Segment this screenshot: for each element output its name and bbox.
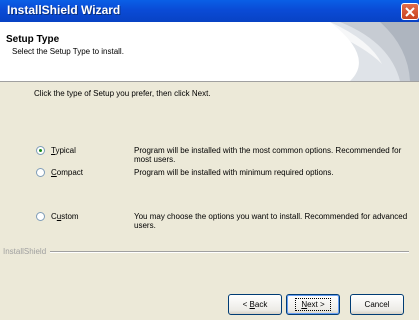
back-button[interactable]: < Back [228, 294, 282, 315]
next-button[interactable]: Next > [286, 294, 340, 315]
option-typical-label[interactable]: Typical [51, 146, 76, 155]
close-icon [405, 7, 415, 17]
installer-graphic [330, 22, 419, 81]
option-custom-description: You may choose the options you want to i… [134, 212, 408, 230]
cancel-button[interactable]: Cancel [350, 294, 404, 315]
instruction-text: Click the type of Setup you prefer, then… [34, 89, 211, 98]
window-title: InstallShield Wizard [7, 3, 121, 17]
option-compact-description: Program will be installed with minimum r… [134, 168, 334, 177]
header-subtitle: Select the Setup Type to install. [12, 47, 124, 56]
installshield-wizard-window: InstallShield Wizard Setup Type Select t… [0, 0, 419, 320]
option-typical-description: Program will be installed with the most … [134, 146, 402, 164]
option-custom-label[interactable]: Custom [51, 212, 79, 221]
close-button[interactable] [401, 3, 419, 20]
footer-divider [50, 251, 409, 253]
option-compact-label[interactable]: Compact [51, 168, 83, 177]
radio-compact[interactable] [36, 168, 45, 177]
header-panel: Setup Type Select the Setup Type to inst… [0, 22, 419, 82]
installshield-brand: InstallShield [3, 247, 47, 256]
radio-custom[interactable] [36, 212, 45, 221]
title-bar[interactable]: InstallShield Wizard [0, 0, 419, 22]
header-title: Setup Type [6, 34, 60, 45]
radio-typical[interactable] [36, 146, 45, 155]
